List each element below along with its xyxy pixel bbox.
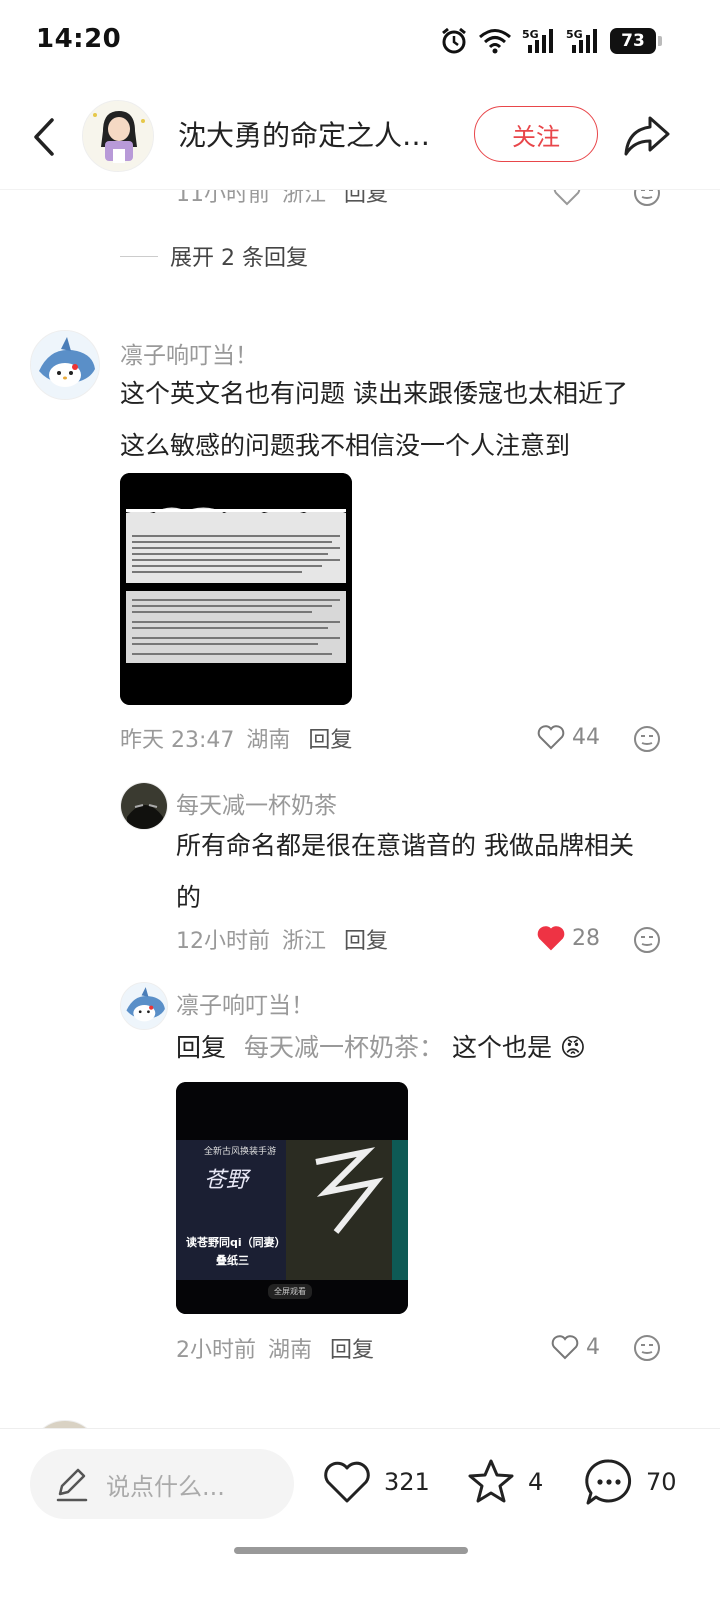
image-caption-line: 读苍野同qi（同妻）: [186, 1236, 286, 1249]
like-button[interactable]: 28: [536, 923, 600, 953]
like-button[interactable]: 44: [536, 722, 600, 752]
status-icons: 5G 5G 73: [440, 26, 662, 56]
reply-location: 浙江: [282, 929, 327, 954]
home-indicator[interactable]: [234, 1547, 468, 1554]
author-name[interactable]: 沈大勇的命定之人…: [178, 114, 448, 154]
comments-list[interactable]: 11小时前 浙江 回复 展开 2 条回复 凛子响叮当！ 这个英文名也有问题 读出…: [0, 170, 720, 1428]
comment-bubble-icon: [585, 1459, 632, 1505]
divider: [120, 255, 158, 257]
reply-text: 所有命名都是很在意谐音的 我做品牌相关 的: [176, 820, 686, 924]
author-avatar[interactable]: [82, 100, 154, 172]
reply-time: 12小时前: [176, 929, 270, 954]
expand-replies-button[interactable]: 展开 2 条回复: [120, 240, 308, 272]
reply-button[interactable]: 回复: [330, 1332, 374, 1364]
reply-username[interactable]: 凛子响叮当！: [176, 986, 314, 1020]
alarm-icon: [442, 27, 466, 54]
reply-prefix: 回复: [176, 1033, 227, 1062]
status-bar: 14:20 5G 5G 73: [0, 0, 720, 84]
comment-input-placeholder: 说点什么...: [106, 1472, 225, 1501]
like-post-button[interactable]: 321: [320, 1455, 430, 1509]
bottom-bar: 说点什么... 321 4 70: [0, 1428, 720, 1609]
comment-location: 湖南: [246, 728, 291, 753]
back-arrow-icon[interactable]: [24, 112, 64, 162]
shark-avatar-image: [121, 983, 167, 1029]
post-comment-count: 70: [646, 1468, 677, 1496]
follow-button[interactable]: 关注: [474, 106, 598, 162]
girl-avatar-image: [83, 101, 153, 171]
avatar[interactable]: [30, 1420, 100, 1428]
reply-username[interactable]: 每天减一杯奶茶: [176, 786, 337, 820]
post-like-count: 321: [384, 1468, 430, 1496]
fullscreen-badge[interactable]: 全屏观看: [268, 1284, 312, 1299]
comment-time: 昨天 23:47: [120, 728, 235, 753]
battery-level: 73: [621, 31, 645, 51]
share-icon[interactable]: [620, 110, 672, 162]
comments-button[interactable]: 70: [582, 1455, 677, 1509]
reply-location: 湖南: [268, 1338, 313, 1363]
comment-username[interactable]: 凛子响叮当！: [120, 336, 258, 370]
emoji-react-icon[interactable]: [632, 925, 662, 955]
dark-avatar-image: [121, 783, 167, 829]
reply-text-line: 所有命名都是很在意谐音的 我做品牌相关: [176, 831, 634, 860]
emoji-react-icon[interactable]: [632, 1333, 662, 1363]
reply-button[interactable]: 回复: [344, 923, 388, 955]
like-button[interactable]: 4: [550, 1332, 600, 1362]
battery-icon: 73: [610, 28, 662, 54]
reply-text: 回复 每天减一杯奶茶： 这个也是 😡: [176, 1022, 686, 1074]
angry-emoji-icon: 😡: [559, 1033, 586, 1062]
like-count: 4: [586, 1334, 600, 1360]
like-count: 44: [572, 724, 600, 750]
star-icon: [468, 1459, 514, 1503]
pencil-icon: [56, 1468, 88, 1502]
reply-button[interactable]: 回复: [308, 722, 352, 754]
reply-time: 2小时前: [176, 1338, 256, 1363]
avatar[interactable]: [30, 330, 100, 400]
svg-text:5G: 5G: [566, 28, 583, 41]
heart-outline-icon: [537, 725, 565, 750]
like-count: 28: [572, 925, 600, 951]
image-small-caption: 全新古风换装手游: [204, 1147, 277, 1157]
comment-text-line: 这个英文名也有问题 读出来跟倭寇也太相近了: [120, 379, 628, 408]
reply-target-user[interactable]: 每天减一杯奶茶：: [244, 1033, 444, 1062]
signal-5g-2-icon: 5G: [566, 28, 597, 53]
heart-outline-icon: [324, 1461, 370, 1503]
collect-button[interactable]: 4: [464, 1455, 543, 1509]
comment-image[interactable]: [120, 473, 352, 705]
comment-meta: 昨天 23:47 湖南 回复: [120, 722, 352, 754]
post-star-count: 4: [528, 1468, 544, 1496]
expand-replies-label: 展开 2 条回复: [170, 246, 308, 271]
top-nav: 沈大勇的命定之人… 关注: [0, 84, 720, 190]
wifi-icon: [479, 29, 511, 54]
svg-text:5G: 5G: [522, 28, 539, 41]
reply-meta: 2小时前 湖南 回复: [176, 1332, 374, 1364]
comment-input[interactable]: 说点什么...: [30, 1449, 294, 1519]
status-time: 14:20: [36, 24, 122, 54]
avatar[interactable]: [120, 982, 168, 1030]
emoji-react-icon[interactable]: [632, 724, 662, 754]
comment-text-line: 这么敏感的问题我不相信没一个人注意到: [120, 431, 571, 460]
reply-image[interactable]: 全新古风换装手游 苍野 读苍野同qi（同妻） 叠纸三 全屏观看: [176, 1082, 408, 1314]
comment-text: 这个英文名也有问题 读出来跟倭寇也太相近了 这么敏感的问题我不相信没一个人注意到: [120, 368, 690, 472]
reply-text-line: 的: [176, 883, 202, 912]
image-caption-title: 苍野: [204, 1168, 249, 1193]
image-caption-line: 叠纸三: [216, 1254, 249, 1267]
reply-meta: 12小时前 浙江 回复: [176, 923, 388, 955]
avatar[interactable]: [120, 782, 168, 830]
screenshot-thumbnail: [120, 473, 352, 705]
heart-outline-icon: [551, 1335, 579, 1360]
signal-5g-icon: 5G: [522, 28, 553, 53]
game-promo-thumbnail: [176, 1082, 408, 1314]
heart-filled-icon: [537, 926, 565, 951]
reply-body: 这个也是: [451, 1033, 552, 1062]
shark-avatar-image: [31, 331, 99, 399]
